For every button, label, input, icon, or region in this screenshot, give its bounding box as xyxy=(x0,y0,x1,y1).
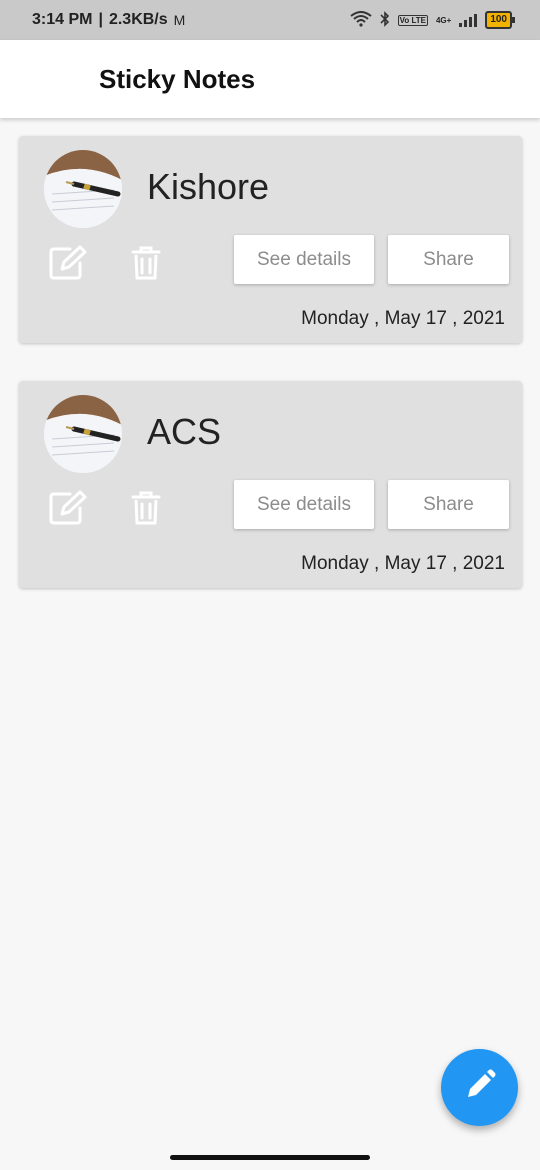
note-date: Monday , May 17 , 2021 xyxy=(301,308,505,329)
see-details-button[interactable]: See details xyxy=(234,480,374,529)
bluetooth-icon xyxy=(380,10,390,30)
note-title: ACS xyxy=(147,411,222,452)
network-speed: 2.3KB/s xyxy=(108,11,168,28)
signal-icon xyxy=(459,13,478,27)
status-divider: | xyxy=(98,11,103,28)
gmail-icon: M xyxy=(173,12,186,28)
note-avatar-image xyxy=(44,150,122,228)
trash-icon[interactable] xyxy=(125,242,167,284)
pencil-icon xyxy=(463,1068,497,1107)
network-type: 4G+ xyxy=(435,15,452,25)
status-left: 3:14 PM | 2.3KB/s M xyxy=(32,11,185,29)
add-note-fab[interactable] xyxy=(441,1049,518,1126)
note-card: Kishore See details Share Monday , May 1… xyxy=(19,136,522,343)
note-card: ACS See details Share Monday , May 17 , … xyxy=(19,381,522,588)
share-button[interactable]: Share xyxy=(388,235,509,284)
page-title: Sticky Notes xyxy=(99,63,256,94)
battery-icon: 100 xyxy=(485,11,515,29)
status-right: Vo LTE 4G+ 100 xyxy=(349,10,515,30)
volte-badge: Vo LTE xyxy=(397,14,428,26)
share-button[interactable]: Share xyxy=(388,480,509,529)
note-avatar-image xyxy=(44,395,122,473)
status-bar: 3:14 PM | 2.3KB/s M Vo LTE 4G+ 100 xyxy=(0,0,540,40)
app-bar: Sticky Notes xyxy=(0,40,540,118)
note-date: Monday , May 17 , 2021 xyxy=(301,553,505,574)
edit-icon[interactable] xyxy=(47,242,89,284)
see-details-button[interactable]: See details xyxy=(234,235,374,284)
trash-icon[interactable] xyxy=(125,487,167,529)
wifi-icon xyxy=(349,10,372,30)
status-time: 3:14 PM xyxy=(32,11,93,28)
home-indicator[interactable] xyxy=(170,1155,370,1160)
note-title: Kishore xyxy=(147,166,270,207)
edit-icon[interactable] xyxy=(47,487,89,529)
